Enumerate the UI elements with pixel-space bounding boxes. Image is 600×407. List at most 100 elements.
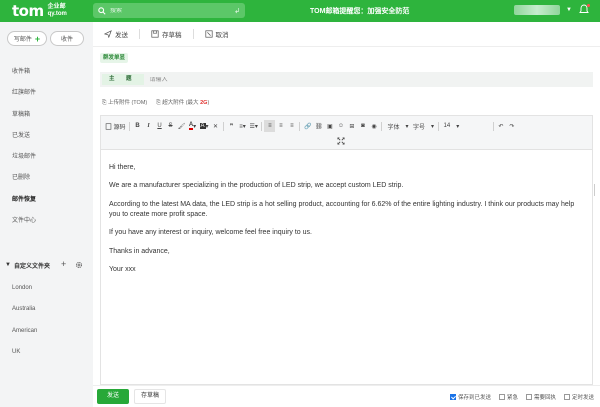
folder-australia[interactable]: Australia [0,299,92,320]
highlight-color-button[interactable]: A ▾ [198,120,210,132]
option-scheduled[interactable]: 定时发送 [563,393,594,401]
emoji-icon[interactable]: ☺ [335,120,346,132]
divider [299,121,301,131]
caret-down-icon[interactable]: ▼ [5,262,11,268]
expand-icon[interactable] [337,137,345,145]
body-paragraph-2: According to the latest MA data, the LED… [109,200,575,218]
checkbox[interactable] [449,394,456,400]
search-box[interactable]: ↲ [93,3,245,18]
format-toolbar: 源码 B I U S 🖌 A ▾ A ▾ ✕ ❞ ≡▾ ☰▾ ≡ ≡ ≡ 🔗 ⛓… [101,116,592,150]
align-right-icon[interactable]: ≡ [286,120,297,132]
receive-button[interactable]: 收件 [50,31,84,46]
save-draft-button[interactable]: 存草稿 [151,29,182,39]
table-icon[interactable]: ⊞ [346,120,357,132]
search-input[interactable] [110,7,235,14]
option-label: 紧急 [506,395,518,401]
subject-input[interactable] [149,76,593,83]
folder-london[interactable]: London [0,278,92,299]
format-brush-icon[interactable]: 🖌 [176,120,187,132]
divider [129,121,131,131]
option-urgent[interactable]: 紧急 [498,393,518,401]
undo-icon[interactable]: ↶ [496,120,507,132]
send-icon [104,30,112,38]
chevron-down-icon: ▾ [405,123,409,130]
align-center-icon[interactable]: ≡ [275,120,286,132]
nav-recover[interactable]: 邮件恢复 [0,190,92,211]
email-body[interactable]: Hi there, We are a manufacturer speciali… [109,163,587,283]
compose-button[interactable]: 写邮件 + [7,31,47,46]
checkbox[interactable] [498,394,505,400]
nav-spam[interactable]: 垃圾邮件 [0,147,92,168]
underline-button[interactable]: U [154,120,165,132]
cancel-button[interactable]: 取消 [204,29,229,39]
folder-american[interactable]: American [0,321,92,342]
checkbox[interactable] [525,394,532,400]
option-save-sent[interactable]: 保存到已发送 [449,393,491,401]
send-button[interactable]: 发送 [97,389,129,404]
enter-icon[interactable]: ↲ [234,7,240,15]
security-notice[interactable]: TOM邮箱提醒您：加强安全防范 [310,6,409,16]
rich-text-editor: 源码 B I U S 🖌 A ▾ A ▾ ✕ ❞ ≡▾ ☰▾ ≡ ≡ ≡ 🔗 ⛓… [100,115,593,385]
gear-icon[interactable] [75,261,83,269]
link-icon[interactable]: 🔗 [302,120,313,132]
custom-folders-title: 自定义文件夹 [13,263,50,270]
bottom-bar: 发送 存草稿 保存到已发送 紧急 需要回执 定时发送 [93,385,600,407]
send-options: 保存到已发送 紧急 需要回执 定时发送 [449,393,594,401]
folder-nav: 收件箱 红旗邮件 草稿箱 已发送 垃圾邮件 已删除 邮件恢复 文件中心 [0,62,92,232]
bell-icon[interactable] [578,4,590,16]
bold-button[interactable]: B [132,120,143,132]
draft-button[interactable]: 存草稿 [134,389,166,404]
nav-drafts[interactable]: 草稿箱 [0,105,92,126]
folder-uk[interactable]: UK [0,342,92,363]
nav-inbox[interactable]: 收件箱 [0,62,92,83]
paperclip-icon: ⎘ [102,100,107,106]
redo-icon[interactable]: ↷ [507,120,518,132]
align-left-icon[interactable]: ≡ [264,120,276,132]
font-size-label: 字号 [412,124,425,131]
format-toolbar-row: 源码 B I U S 🖌 A ▾ A ▾ ✕ ❞ ≡▾ ☰▾ ≡ ≡ ≡ 🔗 ⛓… [103,120,518,132]
image-icon[interactable]: ▣ [324,120,335,132]
nav-deleted[interactable]: 已删除 [0,168,92,189]
blockquote-icon[interactable]: ❞ [226,120,237,132]
group-send-button[interactable]: 群发单显 [100,53,129,63]
checkbox[interactable] [563,394,570,400]
divider [381,121,383,131]
divider [192,29,194,39]
logo-text: tom [12,2,44,20]
source-button[interactable]: 源码 [103,120,127,132]
body-paragraph-4: Thanks in advance, [109,247,170,255]
toolbar-send-button[interactable]: 发送 [104,29,128,39]
unordered-list-icon[interactable]: ☰▾ [248,120,259,132]
screenshot-icon[interactable]: ◙ [357,120,368,132]
font-color-button[interactable]: A ▾ [187,120,198,132]
user-name[interactable] [514,5,561,15]
scroll-handle[interactable] [594,184,598,196]
clear-format-icon[interactable]: ✕ [210,120,221,132]
chevron-down-icon: ▾ [430,123,434,130]
user-area: ▼ [514,4,590,16]
top-bar: tom 企业邮 qy.tom ↲ TOM邮箱提醒您：加强安全防范 ▼ [0,0,600,22]
nav-sent[interactable]: 已发送 [0,126,92,147]
add-folder-icon[interactable]: + [61,259,66,269]
option-receipt[interactable]: 需要回执 [525,393,556,401]
line-size-select[interactable]: 14 ▾ [441,120,491,132]
receive-label: 收件 [60,37,73,43]
italic-button[interactable]: I [143,120,154,132]
custom-folders-header[interactable]: ▼ 自定义文件夹 + [0,258,92,272]
logo[interactable]: tom 企业邮 qy.tom [12,2,67,20]
unlink-icon[interactable]: ⛓ [313,120,324,132]
strikethrough-button[interactable]: S [165,120,176,132]
paperclip-icon: ⎘ [156,100,161,106]
logo-subtitle: 企业邮 qy.tom [48,4,67,18]
nav-file-center[interactable]: 文件中心 [0,211,92,232]
toolbar-send-label: 发送 [115,32,128,39]
font-size-select[interactable]: 字号 ▾ [410,120,436,132]
font-family-select[interactable]: 字体 ▾ [384,120,410,132]
nav-flagged[interactable]: 红旗邮件 [0,83,92,104]
ordered-list-icon[interactable]: ≡▾ [237,120,248,132]
chevron-down-icon: ▾ [456,123,460,130]
upload-attachment-link[interactable]: ⎘ 上传附件 (TOM) [102,98,147,107]
big-attachment-link[interactable]: ⎘ 超大附件 (最大 2G) [156,98,209,107]
compass-icon[interactable]: ◉ [368,120,379,132]
chevron-down-icon[interactable]: ▼ [566,7,572,13]
